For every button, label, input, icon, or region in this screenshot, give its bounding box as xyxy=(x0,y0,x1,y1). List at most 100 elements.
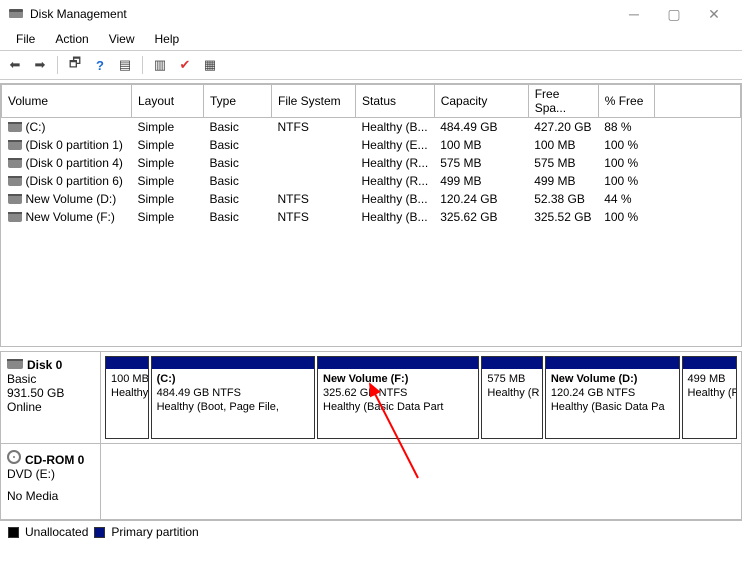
partition-status: Healthy (R xyxy=(688,387,731,401)
menu-file[interactable]: File xyxy=(6,29,45,49)
partition[interactable]: (C:)484.49 GB NTFSHealthy (Boot, Page Fi… xyxy=(151,356,315,439)
grid-icon: ▦ xyxy=(204,57,216,73)
cell-layout: Simple xyxy=(132,118,204,137)
help-button[interactable]: ? xyxy=(89,54,111,76)
cell-type: Basic xyxy=(204,190,272,208)
disk0-header[interactable]: Disk 0 Basic 931.50 GB Online xyxy=(1,352,101,443)
partition-color-bar xyxy=(482,357,541,369)
title-bar: Disk Management ─ ▢ ✕ xyxy=(0,0,742,28)
partition[interactable]: New Volume (F:)325.62 GB NTFSHealthy (Ba… xyxy=(317,356,479,439)
toolbar-btn-3[interactable]: ✔ xyxy=(174,54,196,76)
cell-pct: 100 % xyxy=(598,172,654,190)
volume-icon xyxy=(8,176,22,186)
partition-status: Healthy (Basic Data Pa xyxy=(551,401,674,415)
col-filesystem[interactable]: File System xyxy=(272,85,356,118)
cell-pct: 88 % xyxy=(598,118,654,137)
table-row[interactable]: (Disk 0 partition 4)SimpleBasicHealthy (… xyxy=(2,154,741,172)
window-title: Disk Management xyxy=(30,7,614,21)
col-layout[interactable]: Layout xyxy=(132,85,204,118)
legend: Unallocated Primary partition xyxy=(0,521,742,543)
cell-type: Basic xyxy=(204,172,272,190)
cell-pct: 100 % xyxy=(598,154,654,172)
minimize-button[interactable]: ─ xyxy=(614,3,654,25)
cell-layout: Simple xyxy=(132,154,204,172)
menu-help[interactable]: Help xyxy=(145,29,190,49)
volume-icon xyxy=(8,122,22,132)
cell-layout: Simple xyxy=(132,136,204,154)
cell-capacity: 120.24 GB xyxy=(434,190,528,208)
cell-capacity: 100 MB xyxy=(434,136,528,154)
partition-size: 499 MB xyxy=(688,373,731,387)
disk0-name: Disk 0 xyxy=(27,358,62,372)
cell-free: 100 MB xyxy=(528,136,598,154)
cell-capacity: 484.49 GB xyxy=(434,118,528,137)
table-header-row: Volume Layout Type File System Status Ca… xyxy=(2,85,741,118)
col-freespace[interactable]: Free Spa... xyxy=(528,85,598,118)
cell-pct: 100 % xyxy=(598,136,654,154)
check-icon: ✔ xyxy=(180,57,191,73)
toolbar: ⬅ ➡ 🗗 ? ▤ ▥ ✔ ▦ xyxy=(0,51,742,79)
cell-status: Healthy (R... xyxy=(356,172,435,190)
partition-status: Healthy (R xyxy=(487,387,536,401)
cell-layout: Simple xyxy=(132,208,204,226)
cdrom0-body xyxy=(101,444,741,519)
volume-name: (Disk 0 partition 1) xyxy=(26,138,123,152)
cell-type: Basic xyxy=(204,154,272,172)
legend-unallocated-label: Unallocated xyxy=(25,525,88,539)
cell-fs xyxy=(272,172,356,190)
maximize-button[interactable]: ▢ xyxy=(654,3,694,25)
cell-free: 499 MB xyxy=(528,172,598,190)
col-volume[interactable]: Volume xyxy=(2,85,132,118)
partition-color-bar xyxy=(152,357,314,369)
col-extra[interactable] xyxy=(654,85,740,118)
disk0-size: 931.50 GB xyxy=(7,386,94,400)
col-capacity[interactable]: Capacity xyxy=(434,85,528,118)
cell-free: 575 MB xyxy=(528,154,598,172)
cdrom0-drive: DVD (E:) xyxy=(7,467,94,481)
cell-pct: 44 % xyxy=(598,190,654,208)
partition-name: New Volume (F:) xyxy=(323,373,473,387)
menu-bar: File Action View Help xyxy=(0,28,742,50)
col-pctfree[interactable]: % Free xyxy=(598,85,654,118)
cell-free: 427.20 GB xyxy=(528,118,598,137)
table-row[interactable]: (Disk 0 partition 1)SimpleBasicHealthy (… xyxy=(2,136,741,154)
cell-status: Healthy (R... xyxy=(356,154,435,172)
toolbar-btn-4[interactable]: ▦ xyxy=(199,54,221,76)
refresh-button[interactable]: 🗗 xyxy=(64,54,86,76)
menu-view[interactable]: View xyxy=(99,29,145,49)
partition-status: Healthy (Basic Data Part xyxy=(323,401,473,415)
table-row[interactable]: (Disk 0 partition 6)SimpleBasicHealthy (… xyxy=(2,172,741,190)
partition-color-bar xyxy=(106,357,148,369)
cell-capacity: 325.62 GB xyxy=(434,208,528,226)
close-button[interactable]: ✕ xyxy=(694,3,734,25)
legend-primary-label: Primary partition xyxy=(111,525,198,539)
volume-table[interactable]: Volume Layout Type File System Status Ca… xyxy=(1,84,741,226)
col-type[interactable]: Type xyxy=(204,85,272,118)
volume-name: New Volume (F:) xyxy=(26,210,115,224)
partition[interactable]: 499 MBHealthy (R xyxy=(682,356,737,439)
disk0-type: Basic xyxy=(7,372,94,386)
app-icon xyxy=(8,6,24,22)
table-row[interactable]: New Volume (F:)SimpleBasicNTFSHealthy (B… xyxy=(2,208,741,226)
cdrom0-header[interactable]: CD-ROM 0 DVD (E:) No Media xyxy=(1,444,101,519)
volume-name: (Disk 0 partition 6) xyxy=(26,174,123,188)
menu-action[interactable]: Action xyxy=(45,29,98,49)
partition[interactable]: New Volume (D:)120.24 GB NTFSHealthy (Ba… xyxy=(545,356,680,439)
cell-status: Healthy (B... xyxy=(356,190,435,208)
back-button[interactable]: ⬅ xyxy=(4,54,26,76)
forward-button[interactable]: ➡ xyxy=(29,54,51,76)
table-row[interactable]: (C:)SimpleBasicNTFSHealthy (B...484.49 G… xyxy=(2,118,741,137)
refresh-icon: 🗗 xyxy=(69,54,81,76)
partition-name: New Volume (D:) xyxy=(551,373,674,387)
disk0-status: Online xyxy=(7,400,94,414)
col-status[interactable]: Status xyxy=(356,85,435,118)
cell-capacity: 575 MB xyxy=(434,154,528,172)
toolbar-btn-1[interactable]: ▤ xyxy=(114,54,136,76)
question-icon: ? xyxy=(96,58,104,73)
volume-icon xyxy=(8,158,22,168)
volume-icon xyxy=(8,140,22,150)
partition[interactable]: 575 MBHealthy (R xyxy=(481,356,542,439)
partition[interactable]: 100 MBHealthy xyxy=(105,356,149,439)
toolbar-btn-2[interactable]: ▥ xyxy=(149,54,171,76)
table-row[interactable]: New Volume (D:)SimpleBasicNTFSHealthy (B… xyxy=(2,190,741,208)
